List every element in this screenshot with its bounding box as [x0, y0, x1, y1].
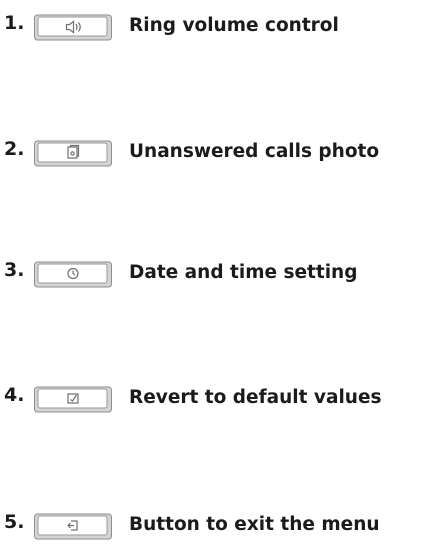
- revert-defaults-button[interactable]: [33, 385, 113, 413]
- item-label: Ring volume control: [129, 15, 339, 36]
- exit-menu-button[interactable]: [33, 512, 113, 540]
- list-item: 5. Button to exit the menu: [0, 511, 436, 542]
- list-item: 4. Revert to default values: [0, 384, 436, 415]
- item-number: 5.: [4, 511, 25, 533]
- item-number: 1.: [4, 12, 25, 34]
- list-item: 1. Ring volume control: [0, 12, 436, 43]
- item-number: 3.: [4, 259, 25, 281]
- item-label: Unanswered calls photo: [129, 141, 380, 162]
- item-label: Button to exit the menu: [129, 514, 380, 535]
- unanswered-calls-photo-button[interactable]: [33, 139, 113, 167]
- list-item: 3. Date and time setting: [0, 259, 436, 290]
- list-item: 2. Unanswered calls photo: [0, 138, 436, 169]
- item-number: 4.: [4, 384, 25, 406]
- ring-volume-button[interactable]: [33, 13, 113, 41]
- item-label: Date and time setting: [129, 262, 358, 283]
- item-number: 2.: [4, 138, 25, 160]
- date-time-button[interactable]: [33, 260, 113, 288]
- item-label: Revert to default values: [129, 387, 382, 408]
